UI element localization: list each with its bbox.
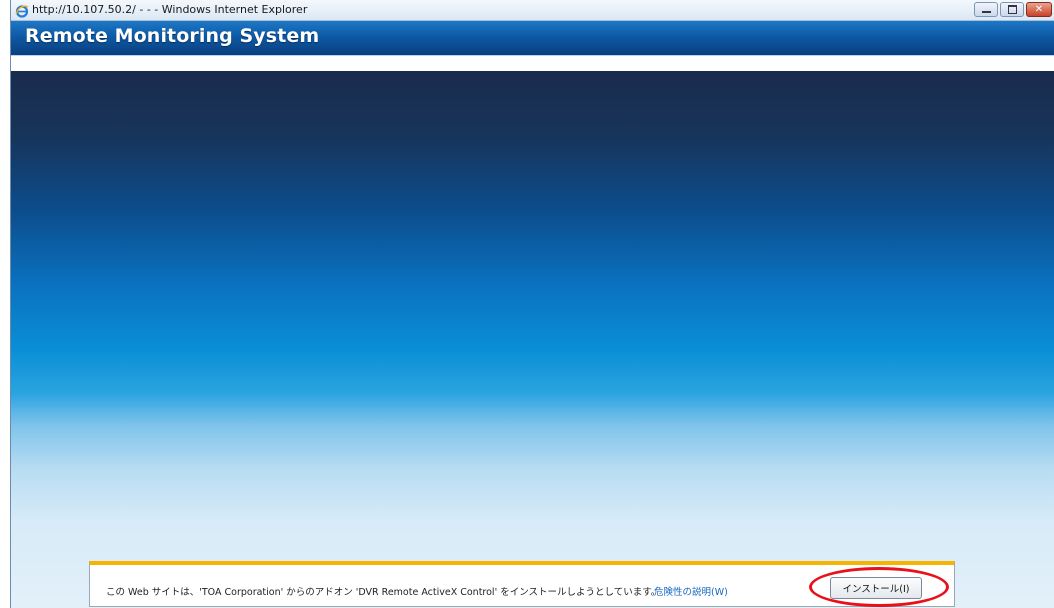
addon-info-bar: この Web サイトは、'TOA Corporation' からのアドオン 'D… — [89, 561, 955, 607]
risk-explanation-link[interactable]: 危険性の説明(W) — [654, 584, 728, 598]
install-button[interactable]: インストール(I) — [830, 577, 922, 599]
app-title: Remote Monitoring System — [25, 25, 320, 47]
browser-window: http://10.107.50.2/ - - - Windows Intern… — [10, 0, 1054, 608]
title-bar: http://10.107.50.2/ - - - Windows Intern… — [11, 0, 1054, 21]
internet-explorer-icon — [15, 3, 29, 18]
maximize-icon — [1001, 3, 1023, 16]
addon-install-message: この Web サイトは、'TOA Corporation' からのアドオン 'D… — [106, 587, 661, 598]
close-button[interactable]: ✕ — [1026, 2, 1052, 17]
close-icon: ✕ — [1034, 4, 1044, 15]
window-controls: ✕ — [974, 2, 1052, 17]
minimize-icon — [975, 3, 997, 16]
app-header: Remote Monitoring System — [11, 21, 1054, 59]
window-title: http://10.107.50.2/ - - - Windows Intern… — [32, 3, 308, 16]
minimize-button[interactable] — [974, 2, 998, 17]
maximize-button[interactable] — [1000, 2, 1024, 17]
page-content — [11, 71, 1054, 608]
